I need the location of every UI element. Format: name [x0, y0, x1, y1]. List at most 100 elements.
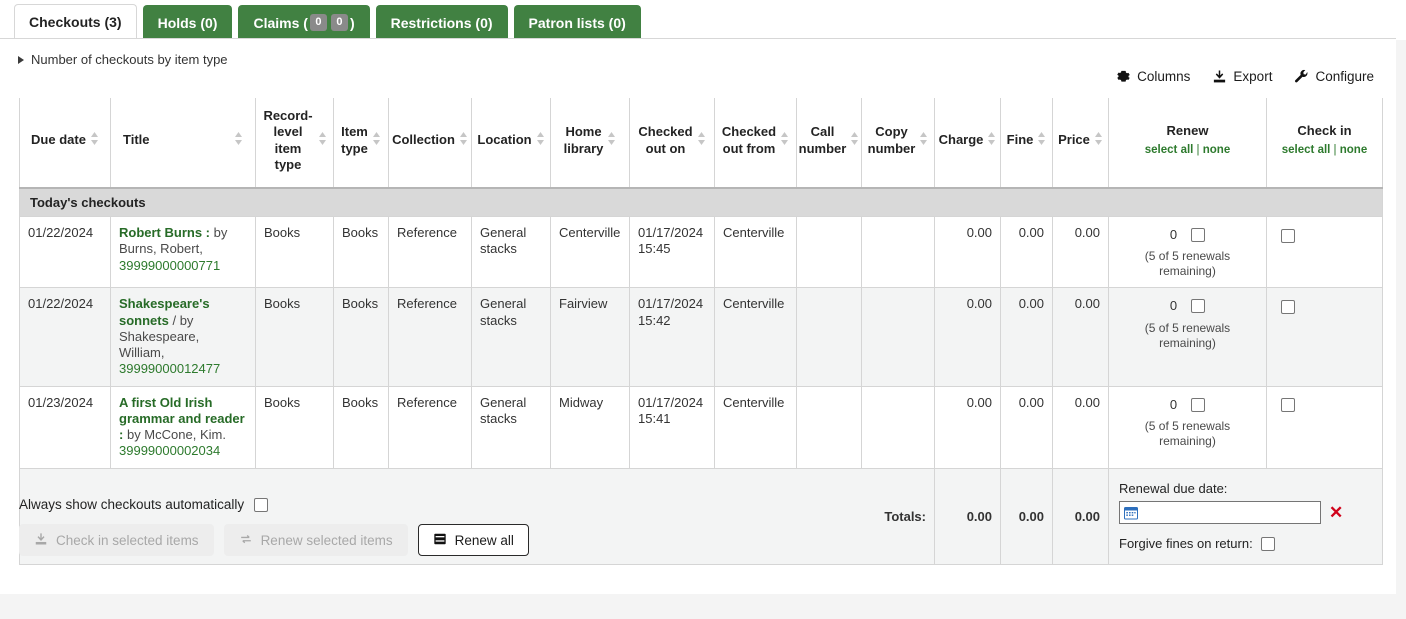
cell-record-level-item-type: Books [256, 386, 334, 468]
col-record-level-item-type[interactable]: Record-levelitem type [256, 98, 334, 188]
col-checked-out-on[interactable]: Checkedout on [630, 98, 715, 188]
export-button[interactable]: Export [1212, 69, 1272, 84]
checkouts-panel: Number of checkouts by item type Columns… [0, 38, 1396, 594]
renew-select-all-link[interactable]: select all [1145, 144, 1194, 156]
cell-barcode: 39999000002034 [119, 443, 220, 458]
col-copy-number[interactable]: Copynumber [862, 98, 935, 188]
cell-price: 0.00 [1053, 288, 1109, 386]
tab-patron-lists[interactable]: Patron lists (0) [514, 5, 641, 39]
col-title[interactable]: Title [111, 98, 256, 188]
cell-renew: 0 (5 of 5 renewals remaining) [1109, 386, 1267, 468]
checkin-checkbox[interactable] [1281, 229, 1295, 243]
cell-location: General stacks [472, 217, 551, 288]
group-header-row: Today's checkouts [20, 188, 1383, 217]
checkin-select-none-link[interactable]: none [1340, 144, 1367, 156]
renew-count: 0 [1170, 298, 1177, 314]
claims-badge-returned: 0 [310, 14, 327, 31]
cell-call-number [797, 288, 862, 386]
cell-due-date: 01/22/2024 [20, 217, 111, 288]
col-location-label: Location [477, 132, 531, 148]
cell-fine: 0.00 [1001, 386, 1053, 468]
cell-home-library: Midway [551, 386, 630, 468]
renew-all-label: Renew all [455, 533, 514, 548]
col-charge-label: Charge [939, 132, 984, 148]
always-show-checkouts-checkbox[interactable] [254, 498, 268, 512]
checkin-checkbox[interactable] [1281, 300, 1295, 314]
sort-icon [90, 132, 99, 149]
cell-call-number [797, 386, 862, 468]
wrench-icon [1294, 69, 1309, 84]
cell-call-number [797, 217, 862, 288]
col-home-library[interactable]: Homelibrary [551, 98, 630, 188]
renewal-due-date-cell: Renewal due date: ✕ Forgive fi [1109, 468, 1383, 564]
title-link[interactable]: Shakespeare's sonnets [119, 296, 210, 327]
tab-restrictions[interactable]: Restrictions (0) [376, 5, 508, 39]
tab-holds[interactable]: Holds (0) [143, 5, 233, 39]
cell-home-library: Fairview [551, 288, 630, 386]
renew-checkbox[interactable] [1191, 299, 1205, 313]
table-toolbar: Columns Export Configure [1116, 69, 1374, 84]
sort-icon [780, 132, 789, 149]
checkouts-by-item-type-toggle[interactable]: Number of checkouts by item type [18, 52, 228, 67]
checkouts-table: Due date Title Record-levelitem type Ite… [19, 98, 1383, 565]
cell-home-library: Centerville [551, 217, 630, 288]
checkin-select-all-link[interactable]: select all [1282, 144, 1331, 156]
title-link[interactable]: Robert Burns : [119, 225, 210, 240]
sort-icon [850, 132, 859, 149]
totals-fine: 0.00 [1001, 468, 1053, 564]
col-item-type-label: Itemtype [341, 124, 368, 157]
col-checked-out-from[interactable]: Checkedout from [715, 98, 797, 188]
export-label: Export [1233, 69, 1272, 84]
col-charge[interactable]: Charge [935, 98, 1001, 188]
configure-button[interactable]: Configure [1294, 69, 1374, 84]
sort-icon [607, 132, 616, 149]
cell-collection: Reference [389, 386, 472, 468]
col-price[interactable]: Price [1053, 98, 1109, 188]
cell-record-level-item-type: Books [256, 217, 334, 288]
sort-icon [372, 132, 381, 149]
col-due-date[interactable]: Due date [20, 98, 111, 188]
renewal-due-date-field[interactable] [1119, 501, 1321, 524]
tab-claims[interactable]: Claims ( 0 0 ) [238, 5, 369, 39]
check-in-selected-button[interactable]: Check in selected items [19, 524, 214, 556]
renew-all-button[interactable]: Renew all [418, 524, 529, 556]
checkin-checkbox[interactable] [1281, 398, 1295, 412]
col-item-type[interactable]: Itemtype [334, 98, 389, 188]
clear-date-icon[interactable]: ✕ [1329, 504, 1343, 521]
col-home-library-label: Homelibrary [564, 124, 604, 157]
tab-checkouts[interactable]: Checkouts (3) [14, 4, 137, 40]
col-fine[interactable]: Fine [1001, 98, 1053, 188]
col-call-number-label: Callnumber [799, 124, 847, 157]
renew-count: 0 [1170, 227, 1177, 243]
columns-button[interactable]: Columns [1116, 69, 1190, 84]
cell-item-type: Books [334, 288, 389, 386]
col-call-number[interactable]: Callnumber [797, 98, 862, 188]
totals-charge: 0.00 [935, 468, 1001, 564]
col-location[interactable]: Location [472, 98, 551, 188]
checkouts-page: Checkouts (3) Holds (0) Claims ( 0 0 ) R… [0, 0, 1406, 619]
renew-checkbox[interactable] [1191, 228, 1205, 242]
renew-selected-button[interactable]: Renew selected items [224, 524, 408, 556]
cell-fine: 0.00 [1001, 288, 1053, 386]
always-show-checkouts-label: Always show checkouts automatically [19, 497, 244, 512]
renew-selected-label: Renew selected items [261, 533, 393, 548]
col-collection[interactable]: Collection [389, 98, 472, 188]
check-in-selected-label: Check in selected items [56, 533, 199, 548]
sort-icon [919, 132, 928, 149]
checkouts-table-wrap: Due date Title Record-levelitem type Ite… [19, 98, 1382, 565]
action-buttons: Check in selected items Renew selected i… [19, 524, 529, 556]
col-record-level-item-type-label: Record-levelitem type [262, 108, 314, 173]
renew-checkbox[interactable] [1191, 398, 1205, 412]
renewal-due-date-label: Renewal due date: [1119, 481, 1372, 496]
table-row: 01/22/2024 Robert Burns : by Burns, Robe… [20, 217, 1383, 288]
forgive-fines-checkbox[interactable] [1261, 537, 1275, 551]
renew-select-none-link[interactable]: none [1203, 144, 1230, 156]
cell-checked-out-on: 01/17/2024 15:42 [630, 288, 715, 386]
sort-icon [318, 132, 327, 149]
col-checked-out-from-label: Checkedout from [722, 124, 776, 157]
cell-copy-number [862, 288, 935, 386]
cell-item-type: Books [334, 386, 389, 468]
download-icon [1212, 69, 1227, 84]
tab-patron-lists-label: Patron lists (0) [529, 15, 626, 31]
cell-barcode: 39999000000771 [119, 258, 220, 273]
